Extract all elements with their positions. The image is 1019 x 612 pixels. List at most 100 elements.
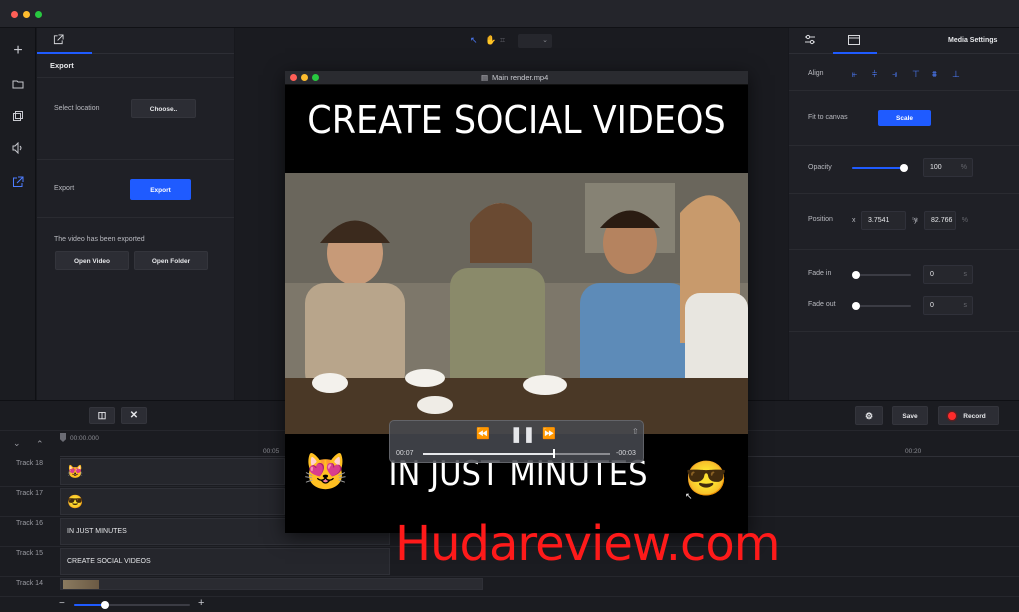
tick-05: 00:05 [263,448,280,455]
track-label: Track 16 [16,520,43,527]
split-button[interactable]: ◫ [89,407,115,424]
align-right-icon[interactable]: ⫣ [892,69,897,80]
title-bar [0,0,1019,28]
maximize-window-button[interactable] [312,74,319,81]
open-folder-button[interactable]: Open Folder [134,251,208,270]
folder-icon[interactable] [11,78,25,92]
opacity-input[interactable]: 100 % [923,158,973,177]
pos-y-value: 82.766 [931,217,953,224]
media-tab-icon[interactable] [848,35,860,47]
settings-tabs: Media Settings [789,28,1019,54]
select-location-label: Select location [54,105,100,112]
zoom-out-icon[interactable]: − [59,598,65,609]
zoom-control: − + [0,597,230,612]
layers-icon[interactable] [11,110,25,124]
fade-in-label: Fade in [808,270,832,277]
fade-out-input[interactable]: 0 s [923,296,973,315]
canvas-toolbar: ↖ ✋ ⌗ ⌄ [470,34,555,48]
add-icon[interactable]: + [11,43,25,59]
hand-icon[interactable]: ✋ [485,35,496,46]
delete-button[interactable]: ✕ [121,407,147,424]
playhead-handle[interactable] [60,433,66,442]
export-icon[interactable] [11,176,25,190]
crop-icon[interactable]: ⌗ [500,35,505,46]
audio-icon[interactable] [11,141,25,156]
settings-button[interactable]: ⚙ [855,406,883,425]
opacity-section: Opacity 100 % [789,146,1019,194]
export-button[interactable]: Export [130,179,191,200]
align-left-icon[interactable]: ⫦ [852,69,857,80]
split-icon: ◫ [97,410,107,420]
tick-20: 00:20 [905,448,922,455]
emoji-clip[interactable]: 😻 [60,458,285,485]
scrub-handle[interactable] [552,449,555,458]
remaining-time: -00:03 [616,450,636,457]
close-window-button[interactable] [290,74,297,81]
media-settings-panel: Media Settings Align ⫦ ⫩ ⫣ ⊤ ⩩ ⊥ Fit to … [789,28,1019,400]
fade-out-slider-knob[interactable] [852,302,860,310]
pos-y-input[interactable]: 82.766 % [924,211,968,230]
fit-canvas-label: Fit to canvas [808,114,848,121]
export-icon [53,34,64,47]
align-top-icon[interactable]: ⊤ [912,69,920,80]
opacity-slider-knob[interactable] [900,164,908,172]
close-window-button[interactable] [11,11,18,18]
mouse-cursor: ↖ [685,491,693,501]
track-label: Track 14 [16,580,43,587]
pos-x-value: 3.7541 [868,217,890,224]
video-frame-photo [285,173,748,434]
fade-in-slider-knob[interactable] [852,271,860,279]
headline-text: CREATE SOCIAL VIDEOS [307,98,726,142]
media-settings-title: Media Settings [948,37,998,44]
sliders-icon[interactable] [804,34,816,47]
maximize-window-button[interactable] [35,11,42,18]
video-file-icon: ▤ [481,73,489,82]
text-clip[interactable]: CREATE SOCIAL VIDEOS [60,548,390,575]
pos-y-label: y [914,217,918,224]
align-bottom-icon[interactable]: ⊥ [952,69,960,80]
fast-forward-icon[interactable]: ⏩ [542,427,556,440]
align-label: Align [808,70,824,77]
fit-canvas-section: Fit to canvas Scale [789,91,1019,146]
zoom-in-icon[interactable]: + [198,597,204,609]
player-controls: ⏪ ❚❚ ⏩ ⇧ 00:07 -00:03 [389,420,644,463]
pos-x-input[interactable]: 3.7541 % [861,211,918,230]
position-label: Position [808,216,833,223]
fade-in-slider[interactable] [855,274,911,276]
exported-message: The video has been exported [54,236,145,243]
collapse-icon[interactable]: ⌄ [13,438,21,449]
heart-eyes-cat-emoji: 😻 [303,451,348,492]
fade-in-input[interactable]: 0 s [923,265,973,284]
zoom-dropdown[interactable]: ⌄ [518,34,552,48]
align-middle-icon[interactable]: ⩩ [932,69,937,80]
pause-icon[interactable]: ❚❚ [510,425,535,443]
save-button[interactable]: Save [892,406,928,425]
opacity-unit: % [960,164,967,171]
align-section: Align ⫦ ⫩ ⫣ ⊤ ⩩ ⊥ [789,54,1019,91]
minimize-window-button[interactable] [23,11,30,18]
watermark-text: Hudareview.com [395,516,781,572]
fade-out-slider[interactable] [855,305,911,307]
track-label: Track 18 [16,460,43,467]
opacity-label: Opacity [808,164,832,171]
choose-location-button[interactable]: Choose.. [131,99,196,118]
emoji-clip[interactable]: 😎 [60,488,285,515]
elapsed-time: 00:07 [396,450,414,457]
fade-in-value: 0 [930,271,934,278]
minimize-window-button[interactable] [301,74,308,81]
record-label: Record [963,413,986,420]
rewind-icon[interactable]: ⏪ [476,427,490,440]
align-center-h-icon[interactable]: ⫩ [872,69,877,80]
video-clip[interactable] [60,578,483,590]
share-icon[interactable]: ⇧ [632,427,639,436]
zoom-slider-knob[interactable] [101,601,110,609]
export-label: Export [54,185,75,192]
active-tab-indicator [37,52,92,54]
open-video-button[interactable]: Open Video [55,251,129,270]
expand-icon[interactable]: ⌃ [36,439,44,450]
record-button[interactable]: Record [938,406,999,425]
video-preview-window: ▤ Main render.mp4 CREATE SOCIAL VIDEOS 😻… [285,71,748,533]
fade-out-value: 0 [930,302,934,309]
scale-button[interactable]: Scale [878,110,931,126]
select-cursor-icon[interactable]: ↖ [470,35,478,46]
